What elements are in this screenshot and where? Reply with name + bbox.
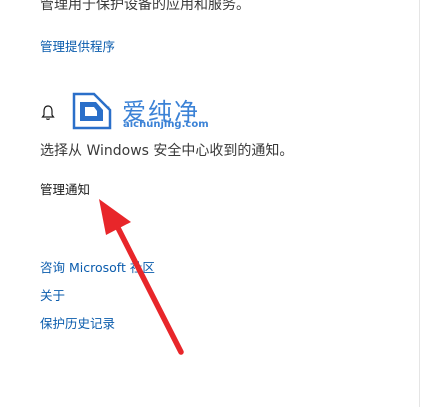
- bell-icon: [41, 105, 55, 120]
- watermark-url: aichunjing.com: [123, 119, 209, 130]
- notifications-description: 选择从 Windows 安全中心收到的通知。: [40, 143, 294, 159]
- red-annotation-arrow: [99, 199, 184, 355]
- manage-providers-link[interactable]: 管理提供程序: [40, 36, 115, 55]
- watermark: 爱纯净 aichunjing.com: [70, 92, 220, 132]
- aichunjing-logo: [72, 92, 112, 130]
- panel-divider: [419, 0, 420, 407]
- windows-security-settings-panel: 管理用于保护设备的应用和服务。 管理提供程序 通知 爱纯净 aichunjing…: [0, 0, 432, 407]
- protection-history-link[interactable]: 保护历史记录: [40, 313, 115, 332]
- consult-microsoft-community-link[interactable]: 咨询 Microsoft 社区: [40, 257, 155, 276]
- providers-description: 管理用于保护设备的应用和服务。: [40, 0, 250, 13]
- manage-notifications-link[interactable]: 管理通知: [40, 179, 90, 198]
- about-link[interactable]: 关于: [40, 285, 65, 304]
